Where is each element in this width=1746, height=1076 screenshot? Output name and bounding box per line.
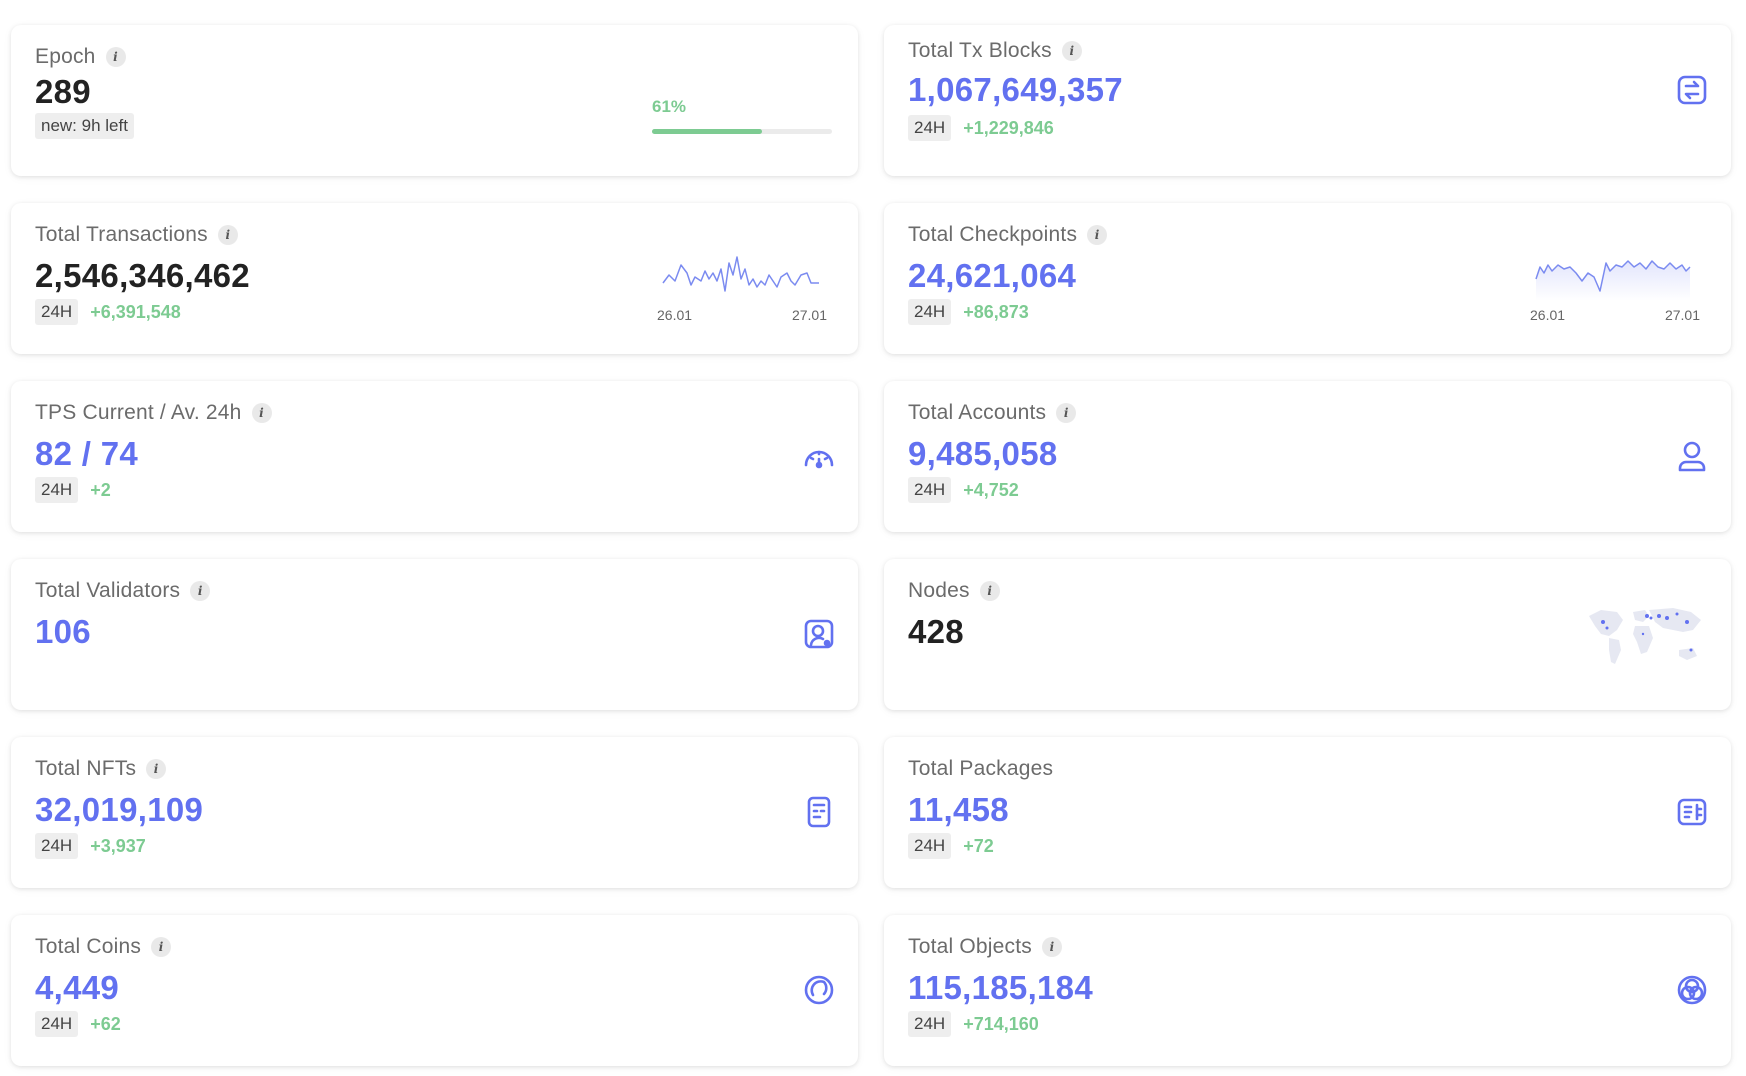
- card-title: TPS Current / Av. 24h i: [35, 401, 272, 425]
- nodes-value: 428: [908, 613, 964, 650]
- info-icon[interactable]: i: [1042, 937, 1062, 957]
- packages-value: 11,458: [908, 791, 1009, 828]
- delta-value: +62: [90, 1013, 121, 1034]
- epoch-progress-label: 61%: [652, 97, 687, 116]
- coins-sub: 24H +62: [35, 1011, 121, 1037]
- info-icon[interactable]: i: [251, 403, 272, 423]
- chart-x-end-label: 27.01: [791, 307, 827, 323]
- tps-value: 82 / 74: [35, 435, 139, 472]
- validator-icon: [802, 617, 836, 651]
- info-icon[interactable]: i: [979, 581, 1000, 601]
- card-title: Epoch i: [35, 45, 126, 69]
- chart-x-start-label: 26.01: [1530, 307, 1566, 323]
- info-icon[interactable]: i: [1056, 403, 1077, 423]
- tx-blocks-card[interactable]: Total Tx Blocks i 1,067,649,357 24H +1,2…: [884, 25, 1731, 176]
- accounts-card[interactable]: Total Accounts i 9,485,058 24H +4,752: [884, 381, 1731, 532]
- chart-x-start-label: 26.01: [657, 307, 693, 323]
- info-icon[interactable]: i: [1087, 225, 1108, 245]
- delta-value: +3,937: [90, 835, 146, 856]
- accounts-value: 9,485,058: [908, 435, 1058, 472]
- delta-value: +72: [963, 835, 994, 856]
- checkpoints-card[interactable]: Total Checkpoints i 24,621,064 24H +86,8…: [884, 203, 1731, 354]
- checkpoints-sparkline: 26.01 27.01: [1530, 251, 1700, 323]
- info-icon[interactable]: i: [151, 937, 172, 957]
- checkpoints-sub: 24H +86,873: [908, 299, 1029, 325]
- card-title: Total Checkpoints i: [908, 223, 1108, 247]
- transactions-sub: 24H +6,391,548: [35, 299, 181, 325]
- delta-value: +6,391,548: [90, 301, 181, 322]
- package-icon: [1675, 795, 1709, 829]
- period-badge: 24H: [908, 833, 952, 859]
- period-badge: 24H: [908, 115, 952, 141]
- card-title: Nodes i: [908, 579, 1000, 603]
- nfts-sub: 24H +3,937: [35, 833, 146, 859]
- packages-card[interactable]: Total Packages 11,458 24H +72: [884, 737, 1731, 888]
- nft-icon: [802, 795, 836, 829]
- transfer-icon: [1675, 73, 1709, 107]
- objects-icon: [1675, 973, 1709, 1007]
- period-badge: 24H: [908, 299, 952, 325]
- card-title: Total Transactions i: [35, 223, 238, 247]
- delta-value: +714,160: [963, 1013, 1039, 1034]
- card-title: Total Coins i: [35, 935, 172, 959]
- period-badge: 24H: [35, 1011, 79, 1037]
- coin-icon: [802, 973, 836, 1007]
- epoch-time-left-badge: new: 9h left: [35, 113, 134, 139]
- coins-value: 4,449: [35, 969, 120, 1006]
- epoch-card: Epoch i 289 new: 9h left 61%: [11, 25, 858, 176]
- tx-blocks-sub: 24H +1,229,846: [908, 115, 1054, 141]
- info-icon[interactable]: i: [146, 759, 167, 779]
- card-title: Total Accounts i: [908, 401, 1077, 425]
- chart-x-end-label: 27.01: [1664, 307, 1700, 323]
- validators-value: 106: [35, 613, 91, 650]
- tps-card[interactable]: TPS Current / Av. 24h i 82 / 74 24H +2: [11, 381, 858, 532]
- packages-sub: 24H +72: [908, 833, 994, 859]
- epoch-progress-fill: [652, 129, 762, 134]
- tps-sub: 24H +2: [35, 477, 111, 503]
- objects-value: 115,185,184: [908, 969, 1093, 1006]
- delta-value: +86,873: [963, 301, 1029, 322]
- nfts-card[interactable]: Total NFTs i 32,019,109 24H +3,937: [11, 737, 858, 888]
- delta-value: +2: [90, 479, 111, 500]
- info-icon[interactable]: i: [105, 47, 126, 67]
- epoch-progress: 61%: [652, 97, 832, 134]
- card-title: Total Packages: [908, 757, 1054, 780]
- delta-value: +4,752: [963, 479, 1019, 500]
- user-icon: [1675, 439, 1709, 473]
- epoch-progress-track: [652, 129, 832, 134]
- card-title: Total NFTs i: [35, 757, 167, 781]
- period-badge: 24H: [35, 299, 79, 325]
- info-icon[interactable]: i: [1061, 41, 1082, 61]
- card-title: Total Validators i: [35, 579, 211, 603]
- period-badge: 24H: [908, 477, 952, 503]
- transactions-sparkline: 26.01 27.01: [657, 251, 827, 323]
- info-icon[interactable]: i: [190, 581, 211, 601]
- period-badge: 24H: [908, 1011, 952, 1037]
- card-title: Total Tx Blocks i: [908, 39, 1082, 63]
- epoch-sub: new: 9h left: [35, 113, 134, 139]
- coins-card[interactable]: Total Coins i 4,449 24H +62: [11, 915, 858, 1066]
- accounts-sub: 24H +4,752: [908, 477, 1019, 503]
- delta-value: +1,229,846: [963, 117, 1054, 138]
- period-badge: 24H: [35, 833, 79, 859]
- objects-card[interactable]: Total Objects i 115,185,184 24H +714,160: [884, 915, 1731, 1066]
- speedometer-icon: [802, 439, 836, 473]
- objects-sub: 24H +714,160: [908, 1011, 1039, 1037]
- tx-blocks-value: 1,067,649,357: [908, 71, 1123, 108]
- epoch-value: 289: [35, 73, 91, 110]
- period-badge: 24H: [35, 477, 79, 503]
- world-map-icon: [1587, 604, 1705, 674]
- transactions-card[interactable]: Total Transactions i 2,546,346,462 24H +…: [11, 203, 858, 354]
- nfts-value: 32,019,109: [35, 791, 204, 828]
- validators-card[interactable]: Total Validators i 106: [11, 559, 858, 710]
- info-icon[interactable]: i: [217, 225, 238, 245]
- nodes-card[interactable]: Nodes i 428: [884, 559, 1731, 710]
- card-title: Total Objects i: [908, 935, 1062, 959]
- transactions-value: 2,546,346,462: [35, 257, 250, 294]
- checkpoints-value: 24,621,064: [908, 257, 1077, 294]
